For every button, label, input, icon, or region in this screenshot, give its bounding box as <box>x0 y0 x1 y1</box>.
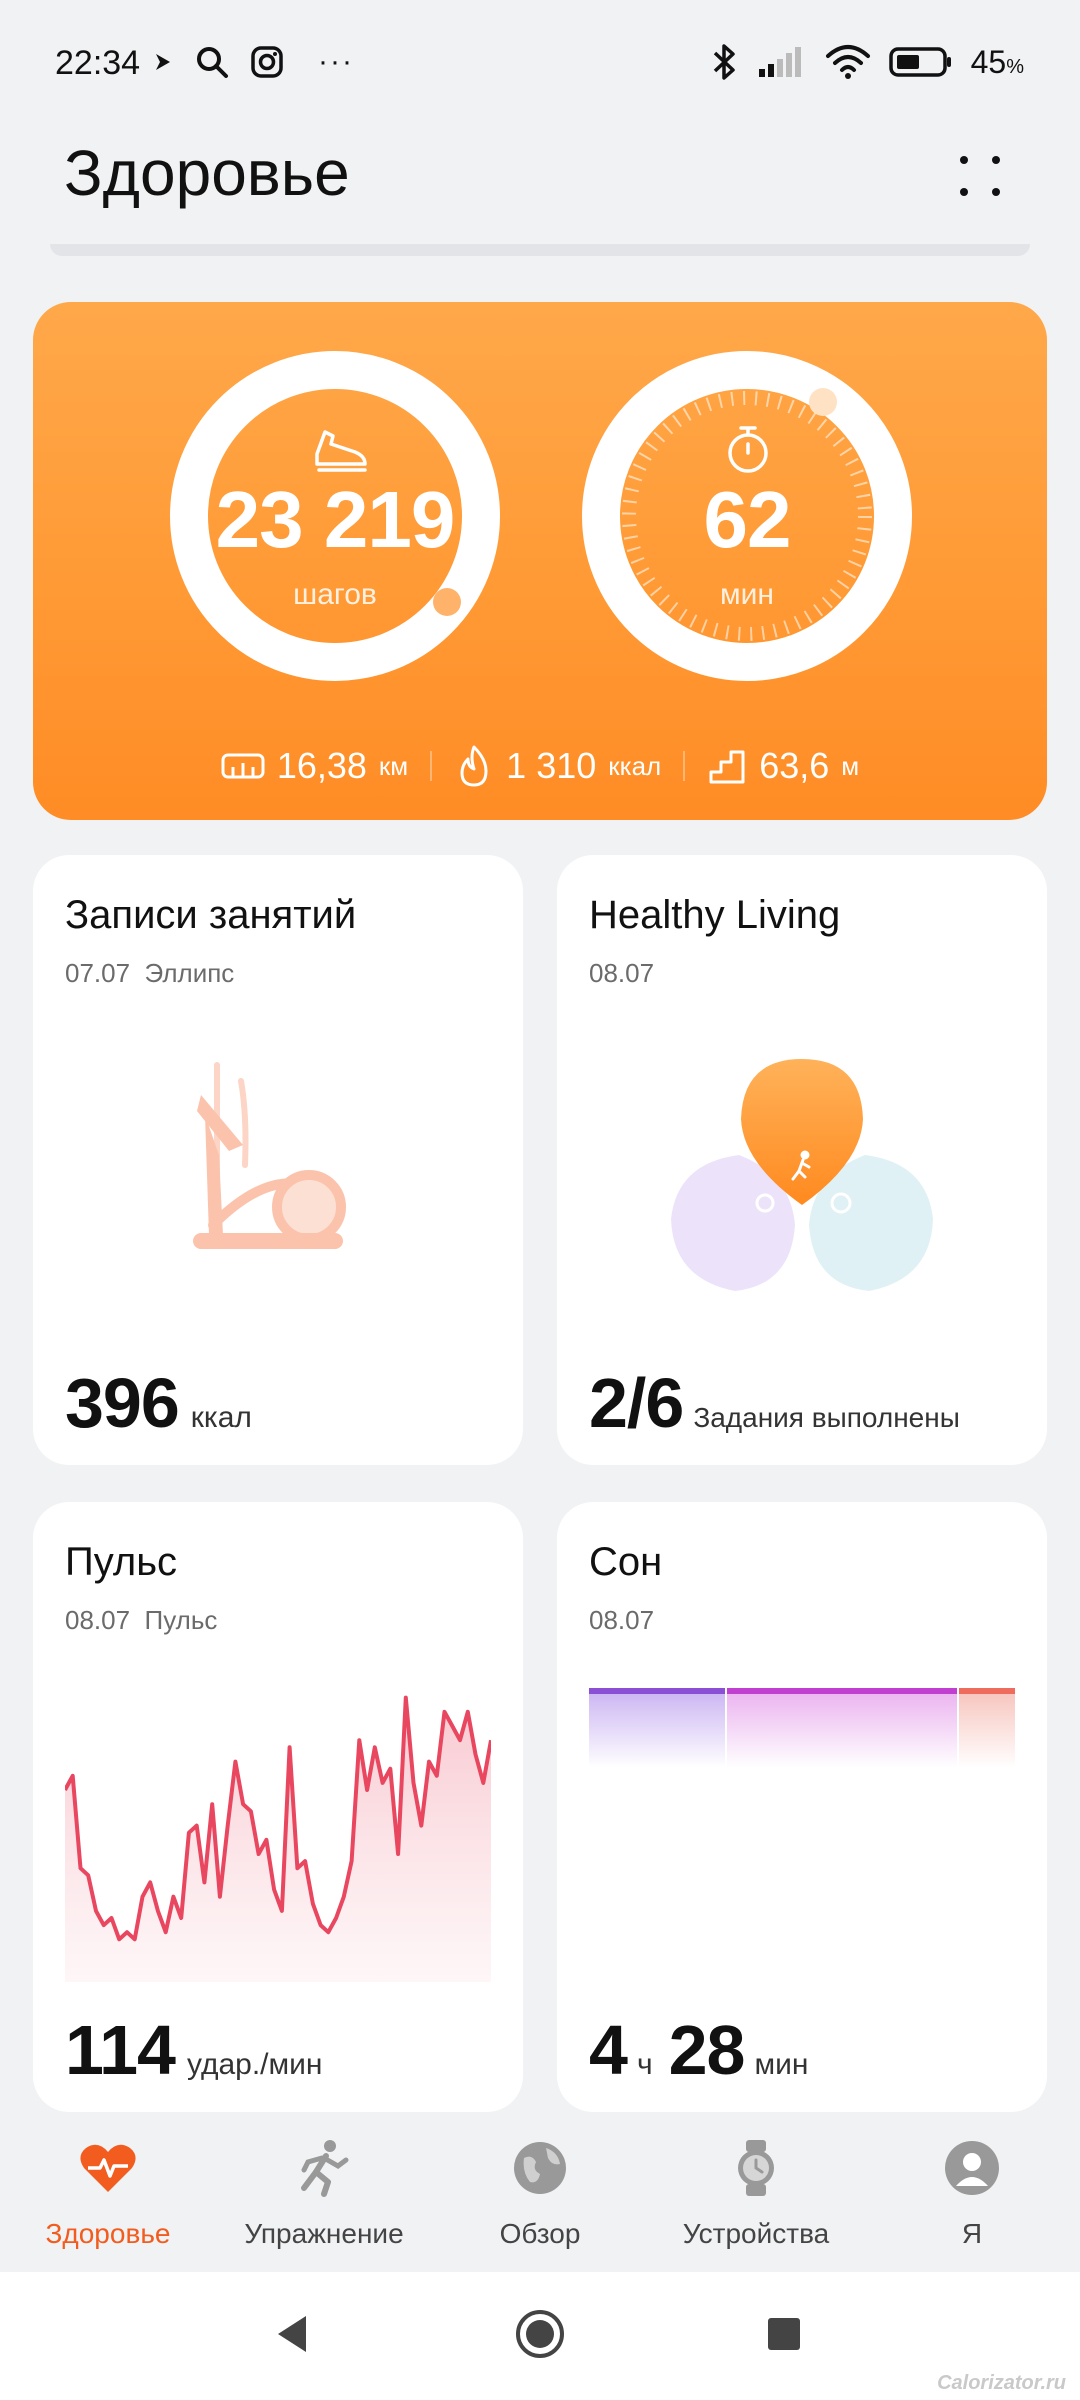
workout-card-subtitle: 07.07 Эллипс <box>65 958 235 988</box>
workout-summary: 396 ккал <box>65 1363 252 1443</box>
sleep-hours-value: 4 <box>589 2011 628 2089</box>
home-icon[interactable] <box>514 2308 566 2360</box>
healthy-summary: 2/6 Задания выполнены <box>589 1363 960 1443</box>
recents-icon[interactable] <box>766 2316 802 2352</box>
search-icon <box>197 47 228 78</box>
nav-label-overview: Обзор <box>499 2218 581 2249</box>
pulse-summary: 114 удар./мин <box>65 2010 322 2090</box>
calories-unit: ккал <box>608 750 662 781</box>
bluetooth-icon <box>713 44 735 80</box>
climb-value: 63,6 <box>759 745 830 786</box>
watch-icon <box>738 2140 774 2196</box>
healthy-living-petals <box>671 1059 933 1291</box>
nav-label-health: Здоровье <box>45 2218 171 2249</box>
wifi-icon <box>825 45 870 79</box>
sleep-minutes-value: 28 <box>668 2011 746 2089</box>
calories-metric: 1 310 ккал <box>454 743 661 789</box>
nav-tab-health[interactable]: Здоровье <box>0 2118 216 2268</box>
battery-percent: 45% <box>970 43 1024 80</box>
stopwatch-icon <box>728 426 768 473</box>
nav-tab-me[interactable]: Я <box>864 2118 1080 2268</box>
more-options-icon[interactable] <box>952 148 1008 204</box>
ruler-icon <box>221 753 265 779</box>
healthy-living-card[interactable]: Healthy Living 08.07 2/6 Задания выполне… <box>557 855 1047 1465</box>
system-navigation-bar <box>0 2272 1080 2400</box>
pulse-card-title: Пульс <box>65 1540 178 1584</box>
tasks-done-label: Задания выполнены <box>693 1402 960 1433</box>
distance-metric: 16,38 км <box>221 745 408 787</box>
sleep-summary: 4 ч 28 мин <box>589 2010 808 2090</box>
sleep-card-date: 08.07 <box>589 1605 655 1635</box>
workout-records-card[interactable]: Записи занятий 07.07 Эллипс 396 ккал <box>33 855 523 1465</box>
nav-tab-exercise[interactable]: Упражнение <box>216 2118 432 2268</box>
workout-calories-unit: ккал <box>190 1401 252 1434</box>
calories-value: 1 310 <box>506 745 597 786</box>
climb-unit: м <box>841 750 860 781</box>
status-time: 22:34 <box>55 44 141 82</box>
distance-unit: км <box>378 750 409 781</box>
running-person-icon <box>301 2140 349 2197</box>
climb-metric: 63,6 м <box>707 745 859 787</box>
elliptical-trainer-icon <box>193 1062 346 1249</box>
header-divider <box>50 244 1030 256</box>
minutes-value: 62 <box>703 475 792 564</box>
battery-icon <box>888 47 951 77</box>
sleep-card-title: Сон <box>589 1540 663 1584</box>
watermark: Calorizator.ru <box>937 2372 1066 2394</box>
instagram-icon <box>251 46 283 78</box>
shoe-icon <box>315 430 367 472</box>
sleep-card[interactable]: Сон 08.07 4 ч 28 мин <box>557 1502 1047 2112</box>
tasks-done-value: 2/6 <box>589 1364 684 1442</box>
healthy-card-title: Healthy Living <box>589 893 841 937</box>
pulse-value: 114 <box>65 2011 176 2089</box>
flame-icon <box>460 745 488 787</box>
signal-icon <box>758 47 801 77</box>
pulse-card-subtitle: 08.07 Пульс <box>65 1605 218 1635</box>
status-right-icons: 45% <box>709 40 1024 84</box>
pulse-area <box>65 1697 491 1982</box>
minutes-unit: мин <box>720 578 774 611</box>
nav-label-devices: Устройства <box>682 2218 830 2249</box>
stairs-icon <box>709 750 745 784</box>
play-icon <box>156 54 170 70</box>
activity-metrics: 16,38 км 1 310 ккал 63,6 м <box>33 736 1047 796</box>
sleep-minutes-unit: мин <box>754 2048 809 2081</box>
pulse-chart <box>65 1695 491 1982</box>
status-left-icons: ··· <box>152 40 354 84</box>
workout-calories-value: 396 <box>65 1364 180 1442</box>
distance-value: 16,38 <box>276 745 367 786</box>
more-notifications-icon: ··· <box>318 45 354 78</box>
steps-value: 23 219 <box>215 475 456 564</box>
pulse-card[interactable]: Пульс 08.07 Пульс 114 удар./мин <box>33 1502 523 2112</box>
pulse-unit: удар./мин <box>186 2048 323 2081</box>
metric-divider <box>683 751 686 781</box>
bottom-navigation: Здоровье Упражнение Обзор Устройства Я <box>0 2118 1080 2268</box>
page-title: Здоровье <box>64 137 350 209</box>
profile-icon <box>945 2141 999 2195</box>
healthy-card-date: 08.07 <box>589 958 655 988</box>
sleep-hours-unit: ч <box>636 2048 653 2081</box>
metric-divider <box>430 751 433 781</box>
nav-label-exercise: Упражнение <box>244 2218 404 2249</box>
sleep-stages-bar <box>589 1688 1015 1768</box>
heart-pulse-icon <box>80 2144 136 2192</box>
steps-unit: шагов <box>293 578 377 611</box>
activity-summary-card[interactable]: 23 219 шагов 62 мин 16,38 км 1 310 ккал … <box>33 302 1047 820</box>
nav-tab-overview[interactable]: Обзор <box>432 2118 648 2268</box>
workout-card-title: Записи занятий <box>65 893 357 937</box>
nav-label-me: Я <box>961 2218 983 2249</box>
globe-icon <box>514 2142 566 2194</box>
nav-tab-devices[interactable]: Устройства <box>648 2118 864 2268</box>
status-bar: 22:34 ··· 45% <box>0 0 1080 120</box>
back-icon[interactable] <box>272 2312 312 2356</box>
